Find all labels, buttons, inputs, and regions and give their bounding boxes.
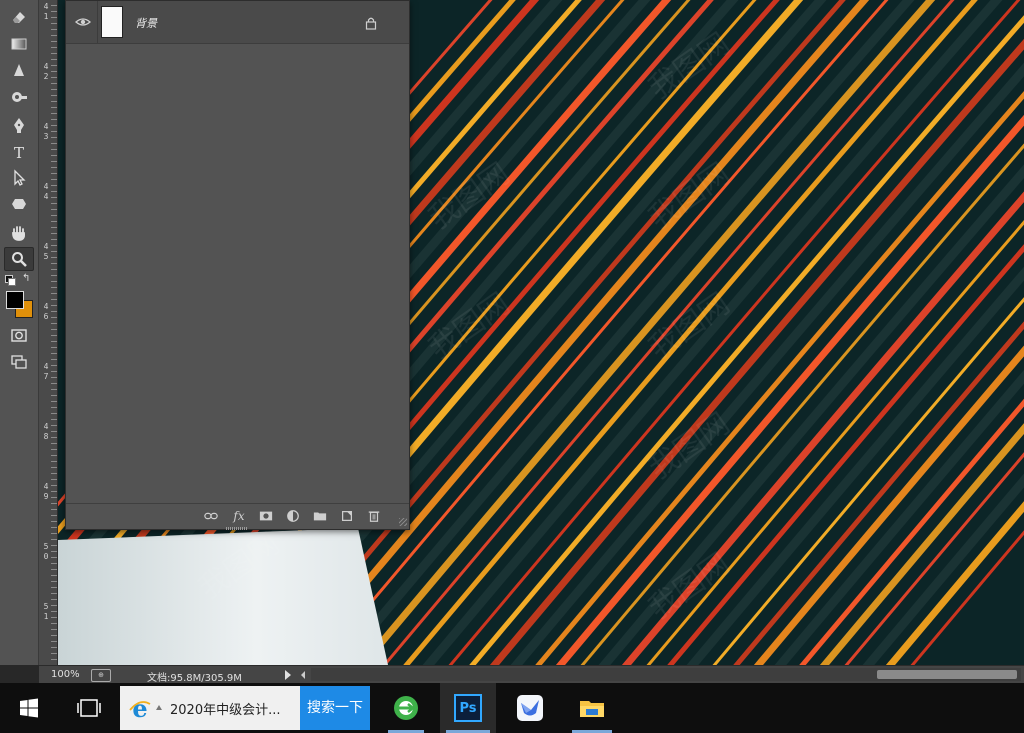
gradient-tool[interactable] (5, 33, 33, 55)
dodge-tool[interactable] (5, 86, 33, 108)
quick-mask-button[interactable] (5, 324, 33, 346)
svg-text:e: e (132, 696, 147, 720)
ruler-label: 4 (43, 302, 49, 311)
hand-icon (12, 226, 26, 241)
swap-colors-icon[interactable]: ↰ (22, 274, 30, 284)
ruler-label: 4 (43, 192, 49, 201)
add-mask-icon[interactable] (258, 508, 274, 524)
adjustment-layer-icon[interactable] (285, 508, 301, 524)
ruler-label: 4 (43, 182, 49, 191)
document-size: 文档:95.8M/305.9M (147, 673, 242, 684)
screen-mode-button[interactable] (5, 351, 33, 373)
layer-thumbnail[interactable] (101, 6, 123, 38)
green-browser-icon (394, 696, 418, 720)
ruler-label: 4 (43, 122, 49, 131)
svg-text:T: T (14, 144, 24, 161)
shape-tool[interactable] (5, 193, 33, 215)
path-selection-tool[interactable] (5, 167, 33, 189)
ruler-label: 2 (43, 72, 49, 81)
zoom-level[interactable]: 100% (51, 669, 80, 680)
layer-lock-icon (365, 15, 377, 30)
scrollbar-thumb[interactable] (877, 670, 1017, 679)
layers-panel-footer: fx (66, 503, 409, 528)
horizontal-scrollbar[interactable] (311, 668, 1021, 681)
dropdown-caret-icon[interactable] (156, 705, 162, 710)
type-icon: T (14, 144, 24, 161)
blur-icon (14, 64, 24, 76)
browser-search-box[interactable]: e 2020年中级会计... (120, 686, 300, 730)
pen-icon (14, 118, 24, 133)
ruler-label: 5 (43, 542, 49, 551)
color-swap-controls: ↰ (4, 274, 34, 286)
windows-logo-icon (20, 698, 38, 718)
ie-browser-icon: e (128, 694, 152, 723)
layers-list-empty-area (66, 44, 409, 502)
new-layer-icon[interactable] (339, 508, 355, 524)
ruler-label: 4 (43, 62, 49, 71)
ruler-label: 4 (43, 2, 49, 11)
zoom-tool[interactable] (4, 247, 34, 271)
default-colors-icon[interactable] (5, 275, 16, 286)
taskbar-app-feishu[interactable] (506, 683, 554, 733)
eraser-tool[interactable] (5, 6, 33, 28)
status-bar: 100% ⊕ 文档:95.8M/305.9M (39, 665, 1024, 684)
layers-panel: 背景 fx (65, 0, 410, 530)
layer-row-background[interactable]: 背景 (66, 1, 409, 44)
search-submit-button[interactable]: 搜索一下 (300, 686, 370, 730)
start-button[interactable] (6, 683, 52, 733)
eraser-icon (13, 12, 25, 23)
scroll-left-arrow-icon[interactable] (301, 671, 305, 679)
blur-tool[interactable] (5, 60, 33, 82)
folder-icon (580, 701, 604, 717)
new-group-icon[interactable] (312, 508, 328, 524)
foreground-color-swatch[interactable] (6, 291, 24, 309)
screen-mode-icon (11, 355, 27, 369)
vertical-ruler: 4142434445464748495051 (39, 0, 58, 665)
ruler-label: 9 (43, 492, 49, 501)
task-view-button[interactable] (66, 683, 112, 733)
ruler-label: 8 (43, 432, 49, 441)
ruler-label: 3 (43, 132, 49, 141)
hexagon-icon (12, 199, 26, 209)
ruler-label: 4 (43, 482, 49, 491)
zoom-icon (12, 252, 27, 267)
quick-mask-icon (11, 329, 27, 342)
blue-bird-icon (517, 695, 543, 721)
windows-taskbar: e 2020年中级会计... 搜索一下 Ps (0, 683, 1024, 733)
taskbar-app-photoshop[interactable]: Ps (440, 683, 496, 733)
ruler-label: 5 (43, 602, 49, 611)
ruler-label: 4 (43, 422, 49, 431)
ruler-label: 5 (43, 252, 49, 261)
photoshop-icon: Ps (454, 694, 482, 722)
pen-tool[interactable] (5, 114, 33, 136)
task-view-icon (77, 699, 101, 717)
search-query-text[interactable]: 2020年中级会计... (170, 699, 280, 718)
type-tool[interactable]: T (5, 141, 33, 163)
fx-icon[interactable]: fx (231, 508, 247, 524)
layer-name[interactable]: 背景 (135, 15, 157, 31)
ruler-label: 1 (43, 12, 49, 21)
panel-resize-grip[interactable] (399, 518, 407, 526)
ruler-label: 6 (43, 312, 49, 321)
delete-layer-icon[interactable] (366, 508, 382, 524)
ruler-label: 4 (43, 242, 49, 251)
panel-bottom-grip[interactable] (226, 527, 248, 530)
visibility-eye-icon[interactable] (74, 13, 92, 31)
tools-panel: T ↰ (0, 0, 39, 665)
taskbar-app-green-browser[interactable] (382, 683, 430, 733)
link-layers-icon[interactable] (203, 508, 219, 524)
status-menu-arrow-icon[interactable] (285, 670, 291, 680)
ruler-label: 4 (43, 362, 49, 371)
ruler-label: 0 (43, 552, 49, 561)
hand-tool[interactable] (5, 222, 33, 244)
ruler-label: 7 (43, 372, 49, 381)
status-options-icon[interactable]: ⊕ (91, 669, 111, 682)
arrow-icon (14, 169, 26, 186)
gradient-icon (11, 38, 27, 50)
dodge-icon (12, 92, 27, 102)
taskbar-app-file-explorer[interactable] (566, 683, 618, 733)
ruler-label: 1 (43, 612, 49, 621)
